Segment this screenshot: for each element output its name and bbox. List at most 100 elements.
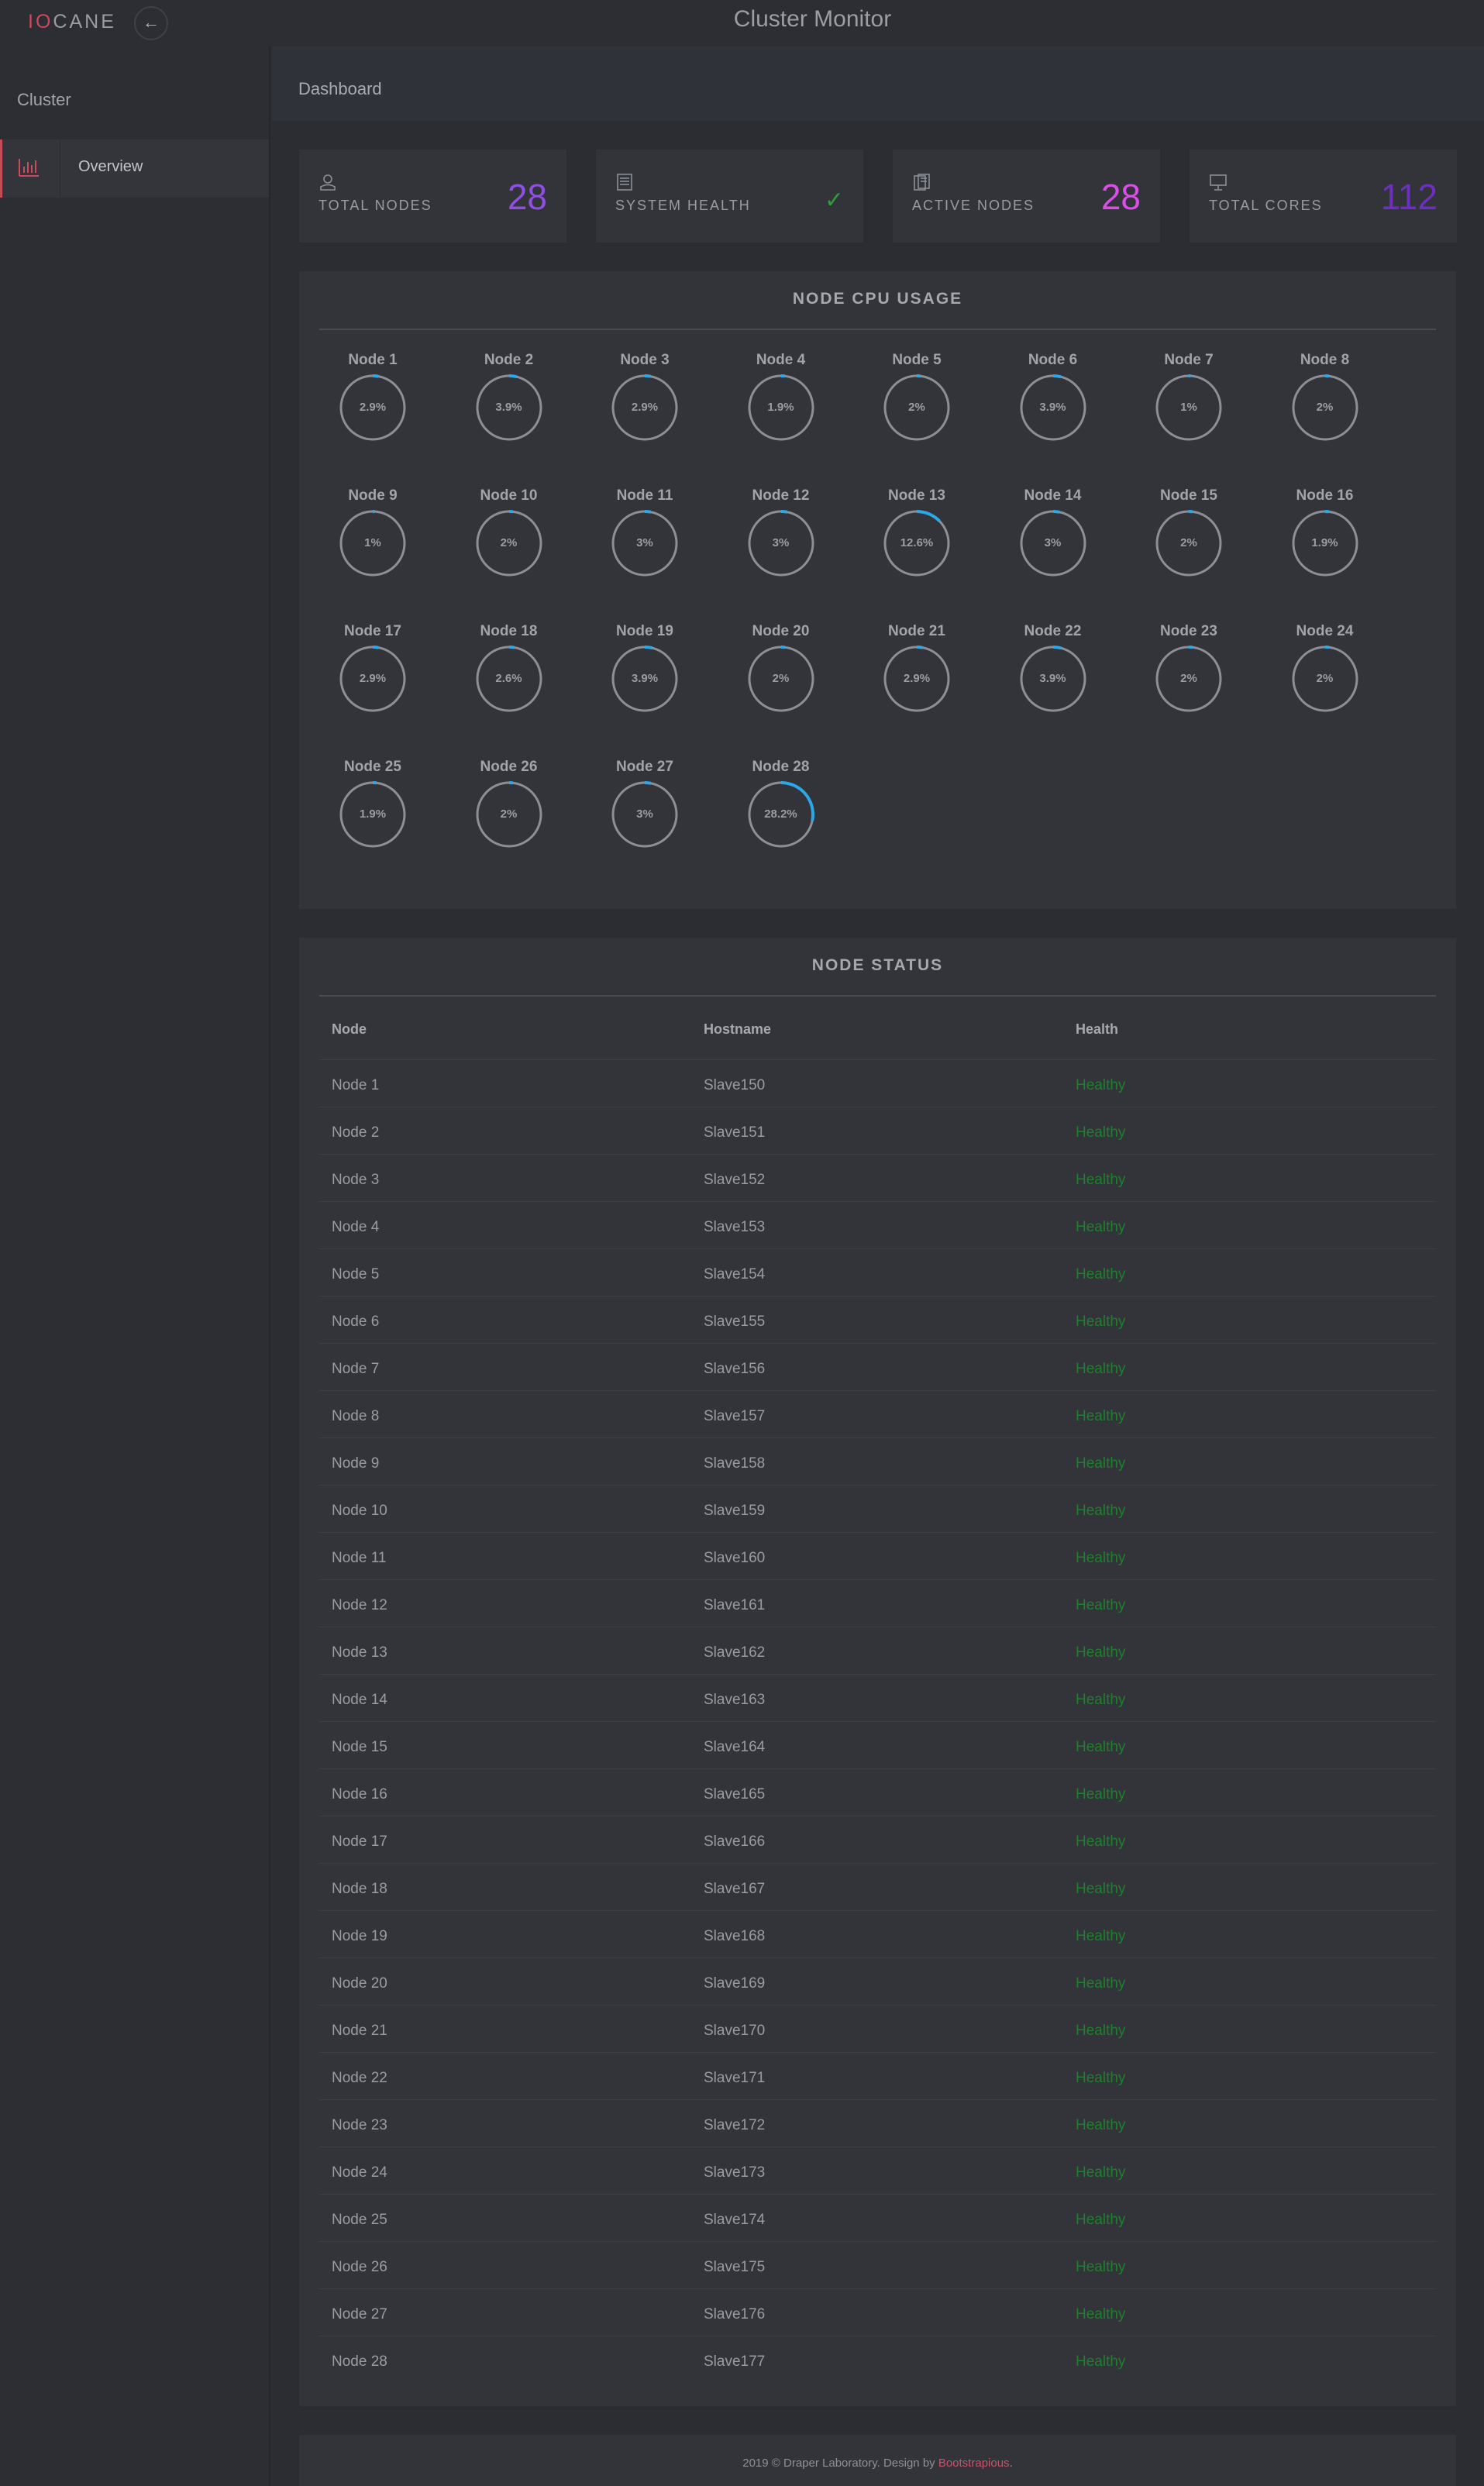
sidebar: Cluster Overview [0, 46, 270, 2486]
gauge-percent-label: 1.9% [359, 807, 387, 821]
table-row[interactable]: Node 18 Slave167 Healthy [319, 1863, 1436, 1910]
cell-hostname: Slave173 [704, 2164, 766, 2181]
cell-health: Healthy [1076, 1408, 1126, 1424]
cell-health: Healthy [1076, 1503, 1126, 1519]
cell-hostname: Slave154 [704, 1266, 766, 1283]
cpu-gauge: Node 1 2.9% [305, 352, 441, 487]
gauge-node-name: Node 26 [480, 759, 538, 775]
gauge-node-name: Node 27 [616, 759, 673, 775]
cell-health: Healthy [1076, 1077, 1126, 1093]
cell-health: Healthy [1076, 1266, 1126, 1283]
table-row[interactable]: Node 28 Slave177 Healthy [319, 2336, 1436, 2383]
table-row[interactable]: Node 14 Slave163 Healthy [319, 1674, 1436, 1721]
sidebar-toggle-button[interactable]: ← [134, 6, 168, 40]
cell-health: Healthy [1076, 2164, 1126, 2181]
cell-health: Healthy [1076, 2070, 1126, 2086]
table-row[interactable]: Node 10 Slave159 Healthy [319, 1485, 1436, 1532]
cell-health: Healthy [1076, 2353, 1126, 2370]
footer-credit-link[interactable]: Bootstrapious [938, 2457, 1010, 2470]
cell-node: Node 26 [332, 2259, 387, 2275]
stat-value: 28 [1100, 177, 1141, 217]
gauge-node-name: Node 21 [888, 623, 945, 639]
table-row[interactable]: Node 6 Slave155 Healthy [319, 1296, 1436, 1343]
checkmark-icon: ✓ [824, 188, 844, 213]
cell-health: Healthy [1076, 1692, 1126, 1708]
gauge-percent-label: 1% [364, 536, 381, 549]
table-row[interactable]: Node 4 Slave153 Healthy [319, 1201, 1436, 1248]
cpu-gauge: Node 26 2% [441, 759, 577, 894]
panel-divider [319, 329, 1436, 330]
gauge-percent-label: 2% [1180, 536, 1197, 549]
table-row[interactable]: Node 2 Slave151 Healthy [319, 1107, 1436, 1154]
table-row[interactable]: Node 9 Slave158 Healthy [319, 1438, 1436, 1485]
table-row[interactable]: Node 17 Slave166 Healthy [319, 1816, 1436, 1863]
gauge-node-name: Node 25 [344, 759, 401, 775]
gauge-percent-label: 3% [636, 536, 653, 549]
gauge-percent-label: 3.9% [495, 401, 522, 414]
cell-hostname: Slave167 [704, 1881, 766, 1897]
table-row[interactable]: Node 21 Slave170 Healthy [319, 2005, 1436, 2052]
gauge-percent-label: 2.9% [359, 401, 387, 414]
table-row[interactable]: Node 5 Slave154 Healthy [319, 1248, 1436, 1296]
gauge-node-name: Node 3 [620, 352, 670, 368]
table-row[interactable]: Node 15 Slave164 Healthy [319, 1721, 1436, 1768]
table-row[interactable]: Node 11 Slave160 Healthy [319, 1532, 1436, 1579]
cell-node: Node 27 [332, 2306, 387, 2322]
cell-hostname: Slave176 [704, 2306, 766, 2322]
gauge-percent-label: 12.6% [900, 536, 934, 549]
table-row[interactable]: Node 1 Slave150 Healthy [319, 1059, 1436, 1107]
gauge-percent-label: 3% [1044, 536, 1062, 549]
monitor-icon [1210, 174, 1227, 191]
cell-health: Healthy [1076, 1361, 1126, 1377]
cell-node: Node 17 [332, 1834, 387, 1850]
brand-logo[interactable]: IOCANE [28, 11, 116, 33]
table-row[interactable]: Node 3 Slave152 Healthy [319, 1154, 1436, 1201]
column-header-hostname[interactable]: Hostname [704, 1021, 771, 1038]
table-row[interactable]: Node 24 Slave173 Healthy [319, 2147, 1436, 2194]
cpu-gauge: Node 25 1.9% [305, 759, 441, 894]
table-row[interactable]: Node 19 Slave168 Healthy [319, 1910, 1436, 1957]
table-row[interactable]: Node 27 Slave176 Healthy [319, 2288, 1436, 2336]
table-row[interactable]: Node 16 Slave165 Healthy [319, 1768, 1436, 1816]
gauge-node-name: Node 20 [752, 623, 810, 639]
column-header-health[interactable]: Health [1076, 1021, 1118, 1038]
brand-prefix: IO [28, 11, 53, 33]
gauge-node-name: Node 9 [348, 487, 398, 504]
cell-node: Node 18 [332, 1881, 387, 1897]
table-row[interactable]: Node 20 Slave169 Healthy [319, 1957, 1436, 2005]
gauge-node-name: Node 12 [752, 487, 810, 504]
table-row[interactable]: Node 23 Slave172 Healthy [319, 2099, 1436, 2147]
sidebar-item-overview[interactable]: Overview [0, 139, 269, 198]
cell-health: Healthy [1076, 1455, 1126, 1472]
cell-health: Healthy [1076, 1834, 1126, 1850]
stat-label: TOTAL CORES [1209, 198, 1323, 213]
app-title: Cluster Monitor [733, 6, 892, 32]
cpu-gauge: Node 17 2.9% [305, 623, 441, 759]
table-row[interactable]: Node 8 Slave157 Healthy [319, 1390, 1436, 1438]
arrow-left-icon: ← [143, 12, 160, 32]
gauge-percent-label: 2% [772, 672, 790, 685]
table-row[interactable]: Node 12 Slave161 Healthy [319, 1579, 1436, 1627]
cell-node: Node 12 [332, 1597, 387, 1613]
gauge-percent-label: 2% [908, 401, 925, 414]
gauge-percent-label: 2.9% [359, 672, 387, 685]
cell-node: Node 16 [332, 1786, 387, 1803]
gauge-node-name: Node 28 [752, 759, 810, 775]
cell-node: Node 9 [332, 1455, 380, 1472]
gauge-percent-label: 3% [772, 536, 790, 549]
gauge-percent-label: 1.9% [1311, 536, 1338, 549]
column-header-node[interactable]: Node [332, 1021, 367, 1038]
panel-divider [319, 995, 1436, 997]
gauge-percent-label: 2% [500, 536, 518, 549]
table-row[interactable]: Node 7 Slave156 Healthy [319, 1343, 1436, 1390]
user-icon [320, 174, 336, 191]
table-row[interactable]: Node 26 Slave175 Healthy [319, 2241, 1436, 2288]
table-row[interactable]: Node 13 Slave162 Healthy [319, 1627, 1436, 1674]
cpu-gauge: Node 10 2% [441, 487, 577, 623]
table-row[interactable]: Node 25 Slave174 Healthy [319, 2194, 1436, 2241]
cell-node: Node 13 [332, 1644, 387, 1661]
stat-label: SYSTEM HEALTH [615, 198, 751, 213]
table-row[interactable]: Node 22 Slave171 Healthy [319, 2052, 1436, 2099]
footer-text: 2019 © Draper Laboratory. Design by Boot… [299, 2457, 1456, 2470]
cpu-gauge: Node 18 2.6% [441, 623, 577, 759]
